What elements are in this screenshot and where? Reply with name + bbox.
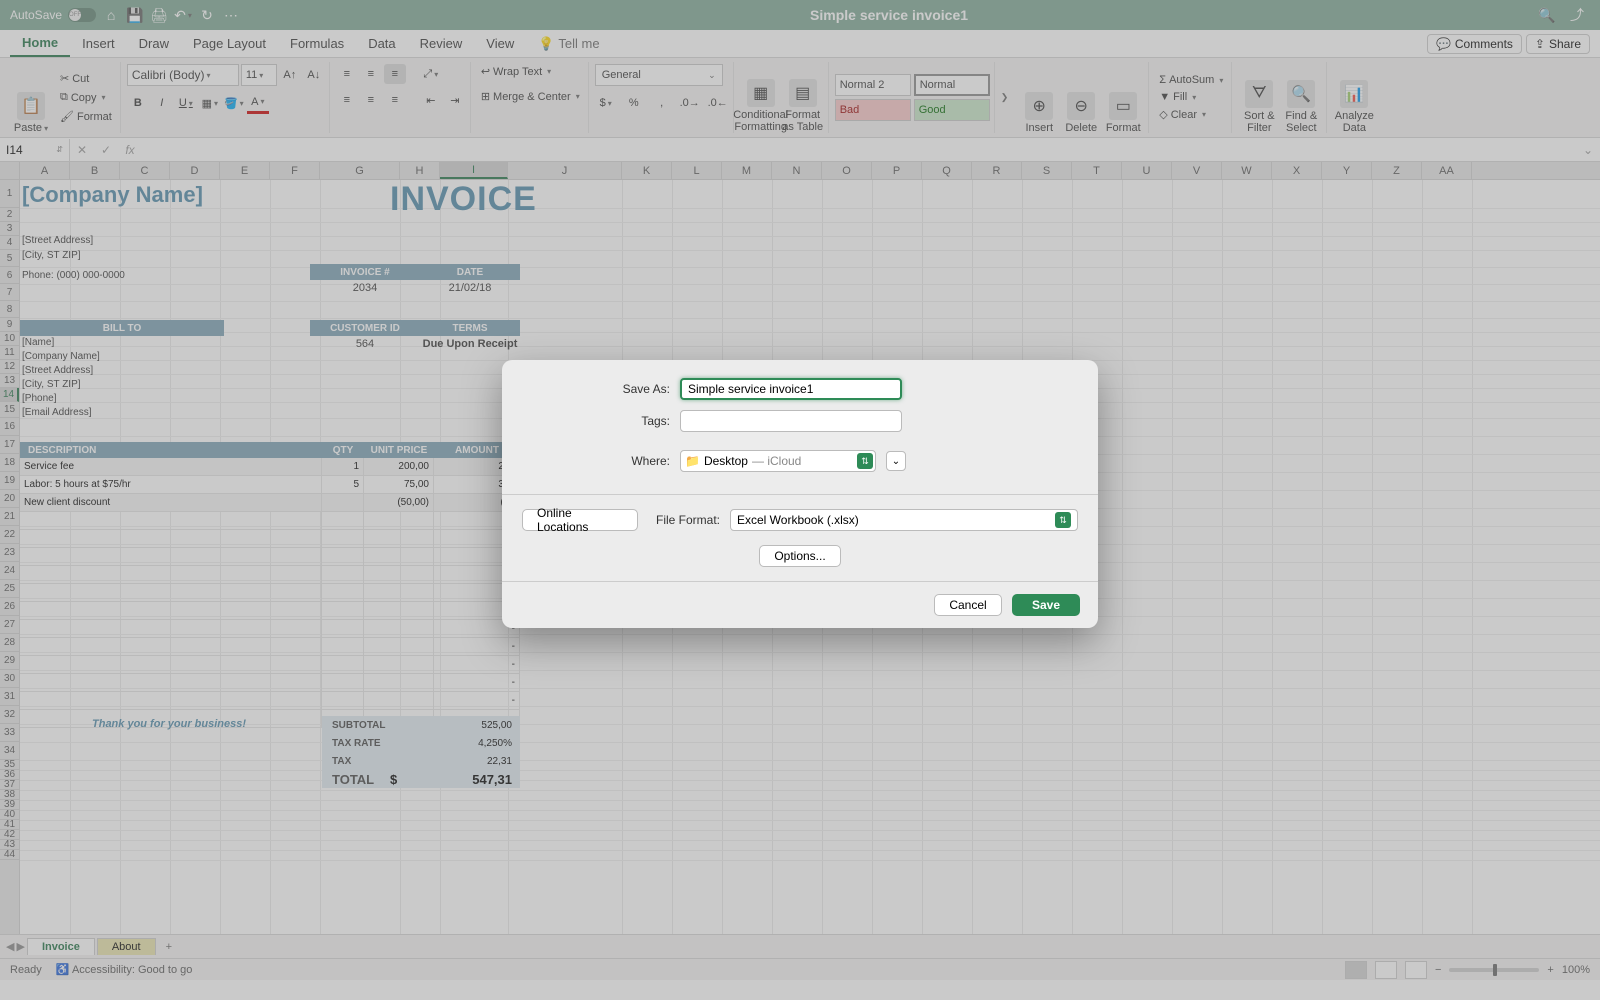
tags-label: Tags: [522, 414, 670, 428]
file-format-label: File Format: [648, 513, 720, 527]
save-as-input[interactable] [680, 378, 902, 400]
tags-input[interactable] [680, 410, 902, 432]
save-button[interactable]: Save [1012, 594, 1080, 616]
save-as-label: Save As: [522, 382, 670, 396]
save-as-dialog: Save As: Tags: Where: 📁 Desktop — iCloud… [502, 360, 1098, 628]
where-label: Where: [522, 454, 670, 468]
expand-browser-button[interactable]: ⌄ [886, 451, 906, 471]
file-format-select[interactable]: Excel Workbook (.xlsx) ⇅ [730, 509, 1078, 531]
updown-icon: ⇅ [1055, 512, 1071, 528]
where-suffix: — iCloud [752, 454, 801, 468]
options-button[interactable]: Options... [759, 545, 840, 567]
online-locations-button[interactable]: Online Locations [522, 509, 638, 531]
cancel-button[interactable]: Cancel [934, 594, 1002, 616]
updown-icon: ⇅ [857, 453, 873, 469]
where-folder: Desktop [704, 454, 748, 468]
where-select[interactable]: 📁 Desktop — iCloud ⇅ [680, 450, 876, 472]
folder-icon: 📁 [685, 454, 700, 468]
